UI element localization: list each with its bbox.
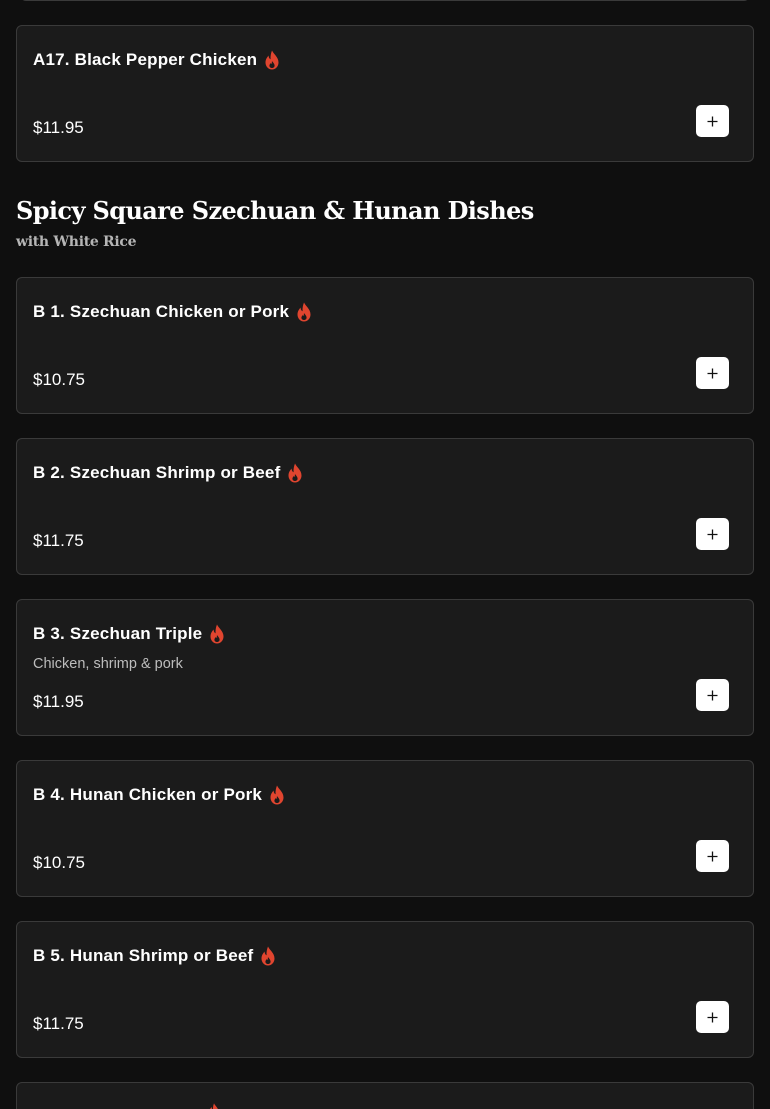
plus-icon [707, 690, 718, 700]
plus-icon [707, 116, 718, 126]
flame-icon [261, 946, 275, 966]
add-to-cart-button[interactable] [696, 1001, 729, 1033]
menu-item-description: Chicken, shrimp & pork [33, 656, 183, 672]
menu-item-price: $11.75 [33, 531, 84, 550]
menu-item-card[interactable]: A17. Black Pepper Chicken $11.95 [16, 25, 754, 162]
add-to-cart-button[interactable] [696, 679, 729, 711]
menu-item-name: B 1. Szechuan Chicken or Pork [33, 302, 290, 321]
menu-item-price: $11.75 [33, 1014, 84, 1033]
menu-item-card-partial[interactable] [16, 1082, 754, 1109]
previous-menu-card [20, 0, 750, 1]
menu-item-name-row: B 5. Hunan Shrimp or Beef [33, 946, 276, 966]
add-to-cart-button[interactable] [696, 105, 729, 137]
menu-item-name: B 4. Hunan Chicken or Pork [33, 785, 263, 804]
flame-icon [297, 302, 311, 322]
menu-item-card[interactable]: B 4. Hunan Chicken or Pork $10.75 [16, 760, 754, 897]
add-to-cart-button[interactable] [696, 357, 729, 389]
menu-item-card[interactable]: B 1. Szechuan Chicken or Pork $10.75 [16, 277, 754, 414]
menu-item-price: $11.95 [33, 118, 84, 137]
menu-item-price: $10.75 [33, 370, 85, 389]
menu-page: A17. Black Pepper Chicken $11.95 Spicy S… [0, 0, 770, 1109]
flame-icon [210, 624, 224, 644]
section-title: Spicy Square Szechuan & Hunan Dishes [16, 196, 534, 225]
flame-icon [288, 463, 302, 483]
flame-icon [210, 1103, 218, 1109]
menu-item-price: $11.95 [33, 692, 84, 711]
plus-icon [707, 851, 718, 861]
menu-item-name: B 3. Szechuan Triple [33, 624, 203, 643]
section-subtitle: with White Rice [16, 234, 137, 250]
menu-item-name-row: A17. Black Pepper Chicken [33, 50, 280, 70]
menu-item-name: A17. Black Pepper Chicken [33, 50, 258, 69]
menu-item-card[interactable]: B 3. Szechuan Triple Chicken, shrimp & p… [16, 599, 754, 736]
add-to-cart-button[interactable] [696, 518, 729, 550]
plus-icon [707, 1012, 718, 1022]
add-to-cart-button[interactable] [696, 840, 729, 872]
menu-item-name: B 2. Szechuan Shrimp or Beef [33, 463, 281, 482]
menu-item-name-row: B 3. Szechuan Triple [33, 624, 225, 644]
menu-item-price: $10.75 [33, 853, 85, 872]
plus-icon [707, 529, 718, 539]
plus-icon [707, 368, 718, 378]
menu-item-name-row: B 2. Szechuan Shrimp or Beef [33, 463, 303, 483]
menu-item-card[interactable]: B 5. Hunan Shrimp or Beef $11.75 [16, 921, 754, 1058]
flame-icon [265, 50, 279, 70]
menu-item-card[interactable]: B 2. Szechuan Shrimp or Beef $11.75 [16, 438, 754, 575]
menu-item-name: B 5. Hunan Shrimp or Beef [33, 946, 254, 965]
menu-item-name-row: B 4. Hunan Chicken or Pork [33, 785, 285, 805]
menu-item-name-row: B 1. Szechuan Chicken or Pork [33, 302, 312, 322]
flame-icon [270, 785, 284, 805]
